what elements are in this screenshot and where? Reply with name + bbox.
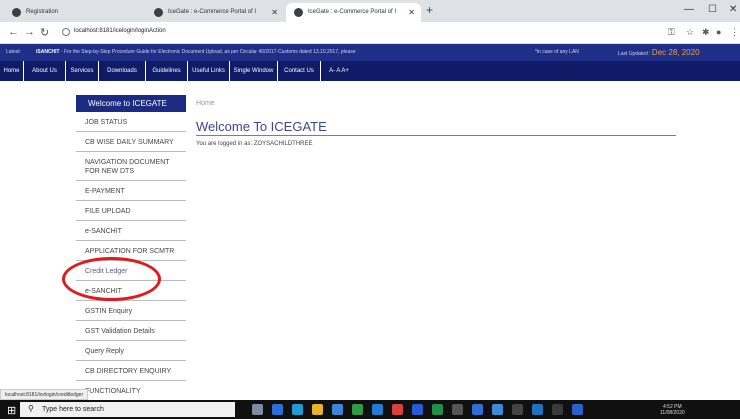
ticker-label: Latest: <box>6 49 22 55</box>
app-icon[interactable] <box>552 404 563 415</box>
back-icon[interactable]: ← <box>8 26 19 38</box>
menu-contact-us[interactable]: Contact Us <box>278 61 321 81</box>
sidebar-item-file-upload[interactable]: FILE UPLOAD <box>76 201 186 221</box>
app-icon[interactable] <box>392 404 403 415</box>
more-icon[interactable]: ⋮ <box>730 27 739 38</box>
breadcrumb[interactable]: Home <box>196 100 215 107</box>
taskbar-search[interactable]: ⚲ Type here to search <box>20 402 235 417</box>
url-field[interactable]: localhost:8181/icelogin/loginAction <box>74 28 166 34</box>
tab-registration[interactable]: Registration <box>4 3 144 22</box>
close-icon[interactable]: ✕ <box>729 4 737 15</box>
sidebar-item-e-payment[interactable]: E-PAYMENT <box>76 181 186 201</box>
globe-icon <box>12 8 21 17</box>
ticker-message: iSANCHIT - For the Step-by-Step Procedur… <box>36 49 356 55</box>
menu-useful-links[interactable]: Useful Links <box>188 61 230 81</box>
extensions-icon[interactable]: ✱ <box>702 27 710 38</box>
sidebar-item-navigation-document[interactable]: NAVIGATION DOCUMENT FOR NEW DTS <box>76 152 186 181</box>
news-ticker: Latest: iSANCHIT - For the Step-by-Step … <box>0 44 740 61</box>
close-tab-icon[interactable]: ✕ <box>408 8 415 17</box>
plus-icon[interactable]: + <box>426 3 433 17</box>
app-icon[interactable] <box>512 404 523 415</box>
forward-icon[interactable]: → <box>24 26 35 38</box>
page-title: Welcome To ICEGATE <box>196 119 327 134</box>
sidebar-item-e-sanchit[interactable]: e-SANCHIT <box>76 221 186 241</box>
chrome-icon[interactable] <box>352 404 363 415</box>
font-size-controls[interactable]: A- A A+ <box>321 61 357 81</box>
divider <box>196 135 676 136</box>
sidebar-item-functionality[interactable]: FUNCTIONALITY <box>76 381 186 401</box>
sidebar-item-job-status[interactable]: JOB STATUS <box>76 112 186 132</box>
tab-label: IceGate : e-Commerce Portal of I <box>168 9 257 15</box>
browser-tab-strip: Registration IceGate : e-Commerce Portal… <box>0 0 740 22</box>
last-updated: Last Updated : Dec 28, 2020 <box>618 48 700 57</box>
taskbar: ⊞ ⚲ Type here to search 4:52 PM 11/08/20… <box>0 400 740 419</box>
status-url: localhost:8181/icelogin/creditledger <box>0 389 89 400</box>
sidebar-item-cb-wise-daily-summary[interactable]: CB WISE DAILY SUMMARY <box>76 132 186 152</box>
close-tab-icon[interactable]: ✕ <box>271 8 278 17</box>
word-icon[interactable] <box>412 404 423 415</box>
search-icon: ⚲ <box>28 404 34 413</box>
annotation-circle <box>62 257 161 301</box>
globe-icon <box>294 8 303 17</box>
windows-start-icon[interactable]: ⊞ <box>7 404 16 417</box>
main-menu: Home About Us Services Downloads Guideli… <box>0 61 740 81</box>
sidebar-heading: Welcome to ICEGATE <box>76 95 186 112</box>
file-explorer-icon[interactable] <box>312 404 323 415</box>
mail-icon[interactable] <box>372 404 383 415</box>
app-icon[interactable] <box>272 404 283 415</box>
tab-label: Registration <box>26 9 59 15</box>
info-icon[interactable] <box>62 28 70 36</box>
app-icon[interactable] <box>532 404 543 415</box>
minimize-icon[interactable]: — <box>684 4 694 15</box>
task-view-icon[interactable] <box>252 404 263 415</box>
menu-guidelines[interactable]: Guidelines <box>146 61 188 81</box>
clock-date: 11/08/2020 <box>660 410 685 416</box>
tab-label: IceGate : e-Commerce Portal of I <box>308 9 397 15</box>
menu-services[interactable]: Services <box>66 61 99 81</box>
reload-icon[interactable]: ↻ <box>40 26 49 39</box>
app-icon[interactable] <box>472 404 483 415</box>
address-bar: ← → ↻ localhost:8181/icelogin/loginActio… <box>0 22 740 44</box>
excel-icon[interactable] <box>432 404 443 415</box>
edge-icon[interactable] <box>292 404 303 415</box>
profile-icon[interactable]: ● <box>716 27 721 37</box>
maximize-icon[interactable]: ☐ <box>708 4 717 15</box>
search-placeholder: Type here to search <box>42 406 104 413</box>
sidebar-item-gst-validation-details[interactable]: GST Validation Details <box>76 321 186 341</box>
menu-home[interactable]: Home <box>0 61 24 81</box>
tab-icegate-2[interactable]: IceGate : e-Commerce Portal of I ✕ <box>286 3 421 22</box>
key-icon[interactable]: ⚿ <box>668 27 675 38</box>
tab-icegate-1[interactable]: IceGate : e-Commerce Portal of I ✕ <box>146 3 284 22</box>
login-info: You are logged in as: ZOYSACHILDTHREE <box>196 141 313 147</box>
menu-downloads[interactable]: Downloads <box>99 61 146 81</box>
sidebar-item-query-reply[interactable]: Query Reply <box>76 341 186 361</box>
menu-about-us[interactable]: About Us <box>24 61 66 81</box>
app-icon[interactable] <box>452 404 463 415</box>
ticker-message-tail: *in case of any LAN <box>535 49 579 55</box>
app-icon[interactable] <box>492 404 503 415</box>
sidebar-item-cb-directory-enquiry[interactable]: CB DIRECTORY ENQUIRY <box>76 361 186 381</box>
globe-icon <box>154 8 163 17</box>
sidebar-item-gstin-enquiry[interactable]: GSTIN Enquiry <box>76 301 186 321</box>
store-icon[interactable] <box>332 404 343 415</box>
sidebar: Welcome to ICEGATE JOB STATUS CB WISE DA… <box>76 95 186 401</box>
app-icon[interactable] <box>572 404 583 415</box>
system-clock[interactable]: 4:52 PM 11/08/2020 <box>660 404 685 416</box>
menu-single-window[interactable]: Single Window <box>230 61 278 81</box>
star-icon[interactable]: ☆ <box>686 27 694 38</box>
